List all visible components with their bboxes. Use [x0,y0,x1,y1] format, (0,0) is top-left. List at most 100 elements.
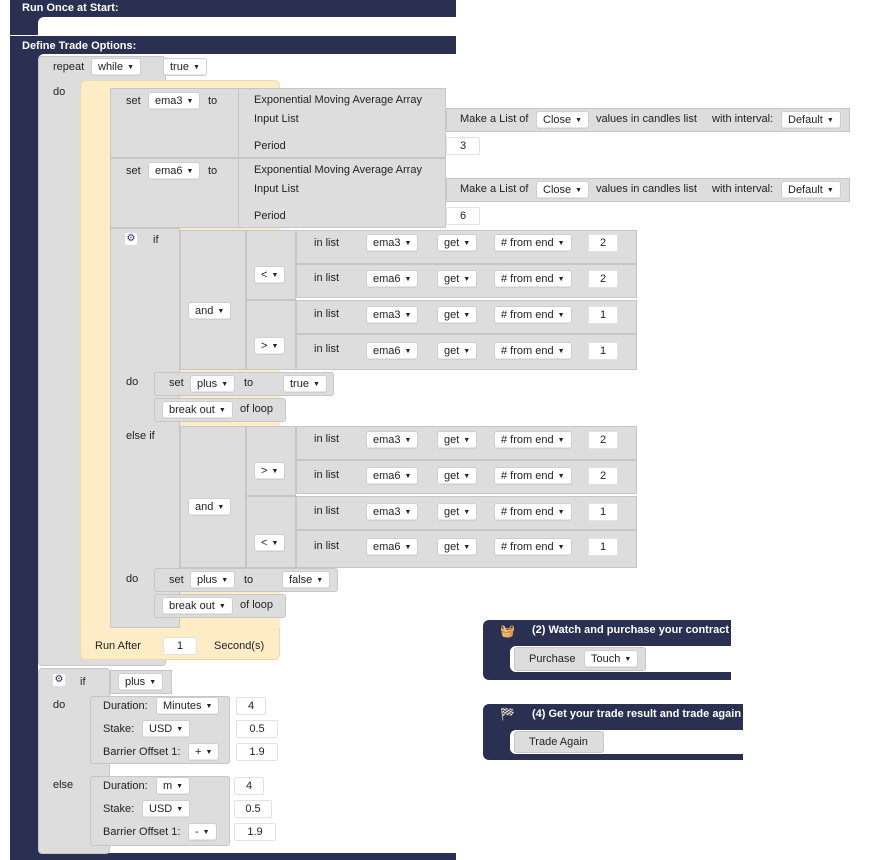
elseif-set-var-dropdown[interactable]: plus ▼ [190,571,236,589]
if-row-1-n[interactable]: 2 [588,234,618,252]
elseif-label: else if [126,430,155,442]
if-compare-gt-dropdown[interactable]: > ▼ [254,337,286,355]
else-duration-value[interactable]: 4 [234,777,264,795]
else-stake-value[interactable]: 0.5 [234,800,272,818]
if-row-2-n[interactable]: 2 [588,270,618,288]
if-set-val-dropdown[interactable]: true ▼ [283,375,327,393]
do-stake-value[interactable]: 0.5 [236,720,278,738]
if-break-dropdown[interactable]: break out ▼ [162,401,233,419]
if-set-var-dropdown[interactable]: plus ▼ [190,375,236,393]
if-set-to-label: to [244,377,254,389]
elseif-row-1-from[interactable]: # from end ▼ [494,431,572,449]
set-ema3-var-dropdown[interactable]: ema3 ▼ [148,92,201,110]
elseif-do-label: do [126,573,139,585]
elseif-row-2-from[interactable]: # from end ▼ [494,467,572,485]
purchase-label: Purchase [529,653,576,665]
if-row-4-from[interactable]: # from end ▼ [494,342,572,360]
ema3-make-list-label: Make a List of [460,113,529,125]
if-row-3-var[interactable]: ema3 ▼ [366,306,419,324]
elseif-row-4-var[interactable]: ema6 ▼ [366,538,419,556]
do-barrier-value[interactable]: 1.9 [236,743,278,761]
do-sign-dropdown[interactable]: + ▼ [188,743,220,761]
trade-if-do-label: do [53,699,66,711]
if-set-label: set [169,377,184,389]
repeat-label: repeat [53,61,85,73]
if-row-4-n[interactable]: 1 [588,342,618,360]
trade-result-title: (4) Get your trade result and trade agai… [532,708,742,720]
ema6-period-input[interactable]: 6 [446,207,480,225]
gear-icon[interactable]: ⚙ [53,674,65,686]
if-row-3-n[interactable]: 1 [588,306,618,324]
if-compare-lt-block[interactable] [246,230,296,300]
if-row-2-var[interactable]: ema6 ▼ [366,270,419,288]
trade-if-var-dropdown[interactable]: plus ▼ [118,673,164,691]
elseif-row-3-n[interactable]: 1 [588,503,618,521]
elseif-row-2-var[interactable]: ema6 ▼ [366,467,419,485]
elseif-compare-gt-block[interactable] [246,426,296,496]
elseif-row-4-n[interactable]: 1 [588,538,618,556]
elseif-compare-gt-dropdown[interactable]: > ▼ [254,462,286,480]
elseif-row-1-n[interactable]: 2 [588,431,618,449]
elseif-row-2-get[interactable]: get ▼ [437,467,478,485]
elseif-row-3-in-list: in list [314,505,340,517]
do-duration-label: Duration: [103,700,148,712]
elseif-and-block[interactable] [180,426,246,568]
ema6-period-label: Period [254,210,286,222]
ema3-field-dropdown[interactable]: Close ▼ [536,111,590,129]
run-after-label: Run After [95,640,141,652]
elseif-row-3-var[interactable]: ema3 ▼ [366,503,419,521]
elseif-row-3-get[interactable]: get ▼ [437,503,478,521]
do-duration-unit-dropdown[interactable]: Minutes ▼ [156,697,220,715]
elseif-row-4-get[interactable]: get ▼ [437,538,478,556]
trade-if-label: if [80,676,86,688]
repeat-mode-dropdown[interactable]: while ▼ [91,58,142,76]
do-currency-dropdown[interactable]: USD ▼ [142,720,191,738]
else-sign-dropdown[interactable]: - ▼ [188,823,217,841]
run-after-value[interactable]: 1 [163,637,197,655]
run-after-unit: Second(s) [214,640,265,652]
elseif-row-1-var[interactable]: ema3 ▼ [366,431,419,449]
if-row-2-from[interactable]: # from end ▼ [494,270,572,288]
ema6-interval-label: with interval: [712,183,774,195]
if-compare-gt-block[interactable] [246,300,296,370]
watch-purchase-title: (2) Watch and purchase your contract [532,624,730,636]
if-row-1-from[interactable]: # from end ▼ [494,234,572,252]
ema3-period-input[interactable]: 3 [446,137,480,155]
if-row-4-var[interactable]: ema6 ▼ [366,342,419,360]
else-currency-dropdown[interactable]: USD ▼ [142,800,191,818]
elseif-set-to-label: to [244,574,254,586]
ema6-field-dropdown[interactable]: Close ▼ [536,181,590,199]
else-duration-unit-dropdown[interactable]: m ▼ [156,777,191,795]
if-and-block[interactable] [180,230,246,370]
elseif-and-dropdown[interactable]: and ▼ [188,498,232,516]
if-label: if [153,234,159,246]
if-row-3-get[interactable]: get ▼ [437,306,478,324]
elseif-compare-lt-block[interactable] [246,496,296,568]
elseif-compare-lt-dropdown[interactable]: < ▼ [254,534,286,552]
elseif-set-val-dropdown[interactable]: false ▼ [282,571,331,589]
if-row-2-in-list: in list [314,272,340,284]
if-row-1-get[interactable]: get ▼ [437,234,478,252]
if-row-2-get[interactable]: get ▼ [437,270,478,288]
if-row-3-from[interactable]: # from end ▼ [494,306,572,324]
if-and-dropdown[interactable]: and ▼ [188,302,232,320]
elseif-row-3-from[interactable]: # from end ▼ [494,503,572,521]
do-duration-value[interactable]: 4 [236,697,266,715]
elseif-row-4-from[interactable]: # from end ▼ [494,538,572,556]
elseif-row-2-n[interactable]: 2 [588,467,618,485]
else-barrier-value[interactable]: 1.9 [234,823,276,841]
ema6-interval-dropdown[interactable]: Default ▼ [781,181,841,199]
elseif-break-dropdown[interactable]: break out ▼ [162,597,233,615]
do-barrier-label: Barrier Offset 1: [103,746,181,758]
checkered-flag-icon: 🏁 [500,707,515,721]
repeat-condition-dropdown[interactable]: true ▼ [163,58,207,76]
if-row-1-var[interactable]: ema3 ▼ [366,234,419,252]
set-ema6-var-dropdown[interactable]: ema6 ▼ [148,162,201,180]
if-row-4-get[interactable]: get ▼ [437,342,478,360]
if-compare-lt-dropdown[interactable]: < ▼ [254,266,286,284]
ema3-interval-dropdown[interactable]: Default ▼ [781,111,841,129]
elseif-row-1-get[interactable]: get ▼ [437,431,478,449]
purchase-type-dropdown[interactable]: Touch ▼ [584,650,639,668]
if-row-1-in-list: in list [314,237,340,249]
gear-icon[interactable]: ⚙ [125,233,137,245]
